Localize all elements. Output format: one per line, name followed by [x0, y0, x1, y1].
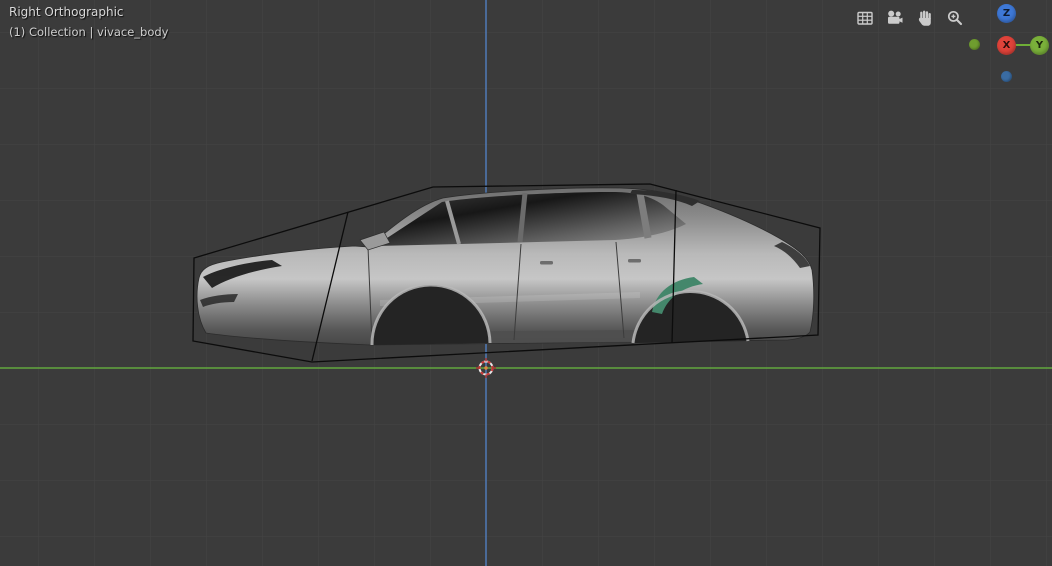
gizmo-neg-y-axis-dot[interactable] [969, 39, 980, 50]
camera-view-icon[interactable] [884, 7, 906, 29]
navigation-gizmo: Z X Y [955, 0, 1052, 95]
viewport-toolbar [854, 7, 966, 29]
scene-canvas[interactable] [0, 0, 1052, 566]
gizmo-neg-z-axis-dot[interactable] [1001, 71, 1012, 82]
gizmo-x-axis-ball[interactable]: X [997, 36, 1016, 55]
blender-3d-viewport[interactable]: Right Orthographic (1) Collection | viva… [0, 0, 1052, 566]
gizmo-y-label: Y [1035, 40, 1044, 51]
gizmo-z-axis-ball[interactable]: Z [997, 4, 1016, 23]
gizmo-y-axis-ball[interactable]: Y [1030, 36, 1049, 55]
gizmo-z-label: Z [1002, 8, 1011, 19]
pan-hand-icon[interactable] [914, 7, 936, 29]
grid-overlay-icon[interactable] [854, 7, 876, 29]
gizmo-x-label: X [1002, 40, 1011, 51]
